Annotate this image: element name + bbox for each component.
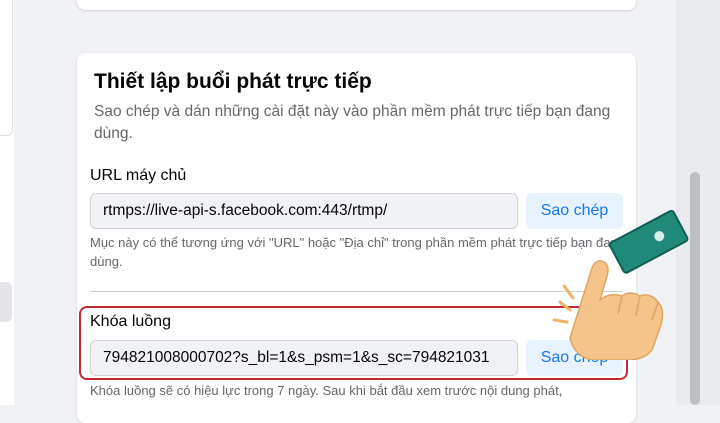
left-panel-edge <box>0 0 13 136</box>
server-url-field[interactable]: rtmps://live-api-s.facebook.com:443/rtmp… <box>90 193 518 229</box>
copy-stream-key-button[interactable]: Sao chép <box>526 340 623 376</box>
stream-key-label: Khóa luồng <box>90 313 171 330</box>
server-url-label: URL máy chủ <box>90 167 187 184</box>
left-sidebar-edge <box>0 0 14 405</box>
server-url-hint: Mục này có thể tương ứng với "URL" hoặc … <box>90 235 625 269</box>
section-subtitle: Sao chép và dán những cài đặt này vào ph… <box>94 103 611 142</box>
stream-key-hint: Khóa luồng sẽ có hiệu lực trong 7 ngày. … <box>90 383 563 398</box>
previous-card <box>77 0 636 10</box>
left-nav-item-edge[interactable] <box>0 282 12 322</box>
copy-server-url-button[interactable]: Sao chép <box>526 193 623 229</box>
divider <box>90 291 623 292</box>
stream-setup-card: Thiết lập buổi phát trực tiếp Sao chép v… <box>77 53 636 423</box>
stream-key-field[interactable]: 794821008000702?s_bl=1&s_psm=1&s_sc=7948… <box>90 340 518 376</box>
section-title: Thiết lập buổi phát trực tiếp <box>94 70 372 93</box>
scrollbar-thumb[interactable] <box>690 172 700 405</box>
